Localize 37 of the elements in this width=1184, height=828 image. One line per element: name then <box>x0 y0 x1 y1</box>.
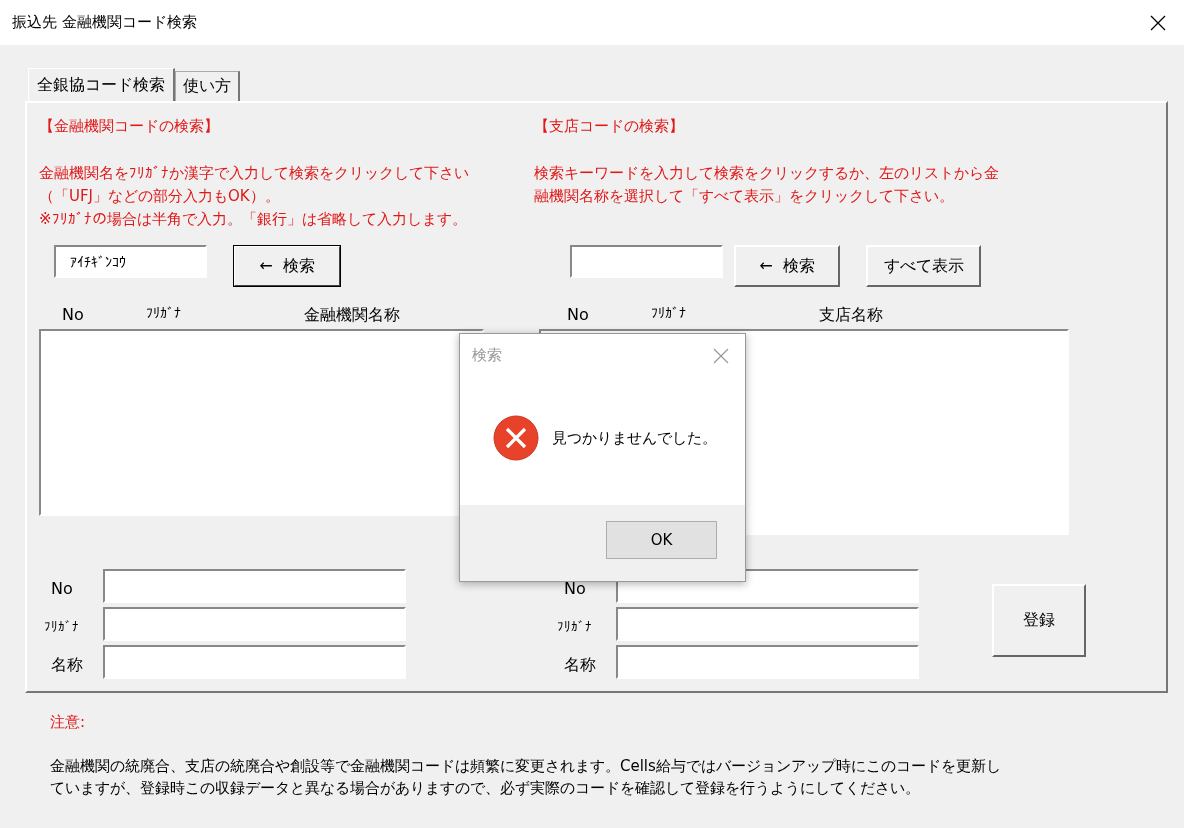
input-field[interactable] <box>103 607 406 641</box>
column-header: 支店名称 <box>819 305 883 326</box>
field-label: 名称 <box>563 654 597 676</box>
field-label: ﾌﾘｶﾞﾅ <box>556 618 593 636</box>
column-header: 金融機関名称 <box>304 305 400 326</box>
notice-text: 金融機関の統廃合、支店の統廃合や創設等で金融機関コードは頻繁に変更されます。Cells給与ではバージョンアップ時にこのコードを更新し ていますが、登録時この収録データと異なる場合がありますので、必ず実際のコードを確認して登録を行うようにしてください。 <box>50 756 1002 799</box>
search-field[interactable] <box>570 245 723 278</box>
column-header: ﾌﾘｶﾞﾅ <box>146 305 181 321</box>
close-icon[interactable] <box>1150 14 1166 31</box>
dialog-title: 検索 <box>472 346 502 365</box>
error-icon <box>493 415 539 461</box>
search-field[interactable]: ｱｲﾁｷﾞﾝｺｳ <box>54 245 207 278</box>
tab[interactable]: 使い方 <box>175 71 240 101</box>
input-field[interactable] <box>103 569 406 603</box>
field-label: No <box>563 578 587 600</box>
input-field[interactable] <box>103 645 406 679</box>
dialog-message: 見つかりませんでした。 <box>552 428 717 448</box>
field-label: ﾌﾘｶﾞﾅ <box>43 618 80 636</box>
section-heading: 【支店コードの検索】 <box>534 117 685 137</box>
column-header: No <box>62 305 84 324</box>
instruction-text: 金融機関名をﾌﾘｶﾞﾅか漢字で入力して検索をクリックして下さい （「UFJ」などの部分入力もOK）。 ※ﾌﾘｶﾞﾅの場合は半角で入力。「銀行」は省略して入力します。 <box>39 163 470 230</box>
search-button[interactable]: ← 検索 <box>233 245 341 287</box>
tab[interactable]: 全銀協コード検索 <box>28 68 175 101</box>
field-label: No <box>50 578 74 600</box>
window-title: 振込先 金融機関コード検索 <box>12 13 197 32</box>
column-header: No <box>567 305 589 324</box>
column-header: ﾌﾘｶﾞﾅ <box>651 305 686 321</box>
ok-button[interactable]: OK <box>606 521 717 559</box>
register-button[interactable]: 登録 <box>992 584 1086 657</box>
search-button[interactable]: ← 検索 <box>734 245 840 287</box>
notice-heading: 注意: <box>50 713 87 732</box>
input-field[interactable] <box>616 645 919 679</box>
search-button[interactable]: すべて表示 <box>866 245 981 287</box>
instruction-text: 検索キーワードを入力して検索をクリックするか、左のリストから金 融機関名称を選択して「すべて表示」をクリックして下さい。 <box>534 163 1000 207</box>
section-heading: 【金融機関コードの検索】 <box>39 117 220 137</box>
input-field[interactable] <box>616 607 919 641</box>
field-label: 名称 <box>50 654 84 676</box>
